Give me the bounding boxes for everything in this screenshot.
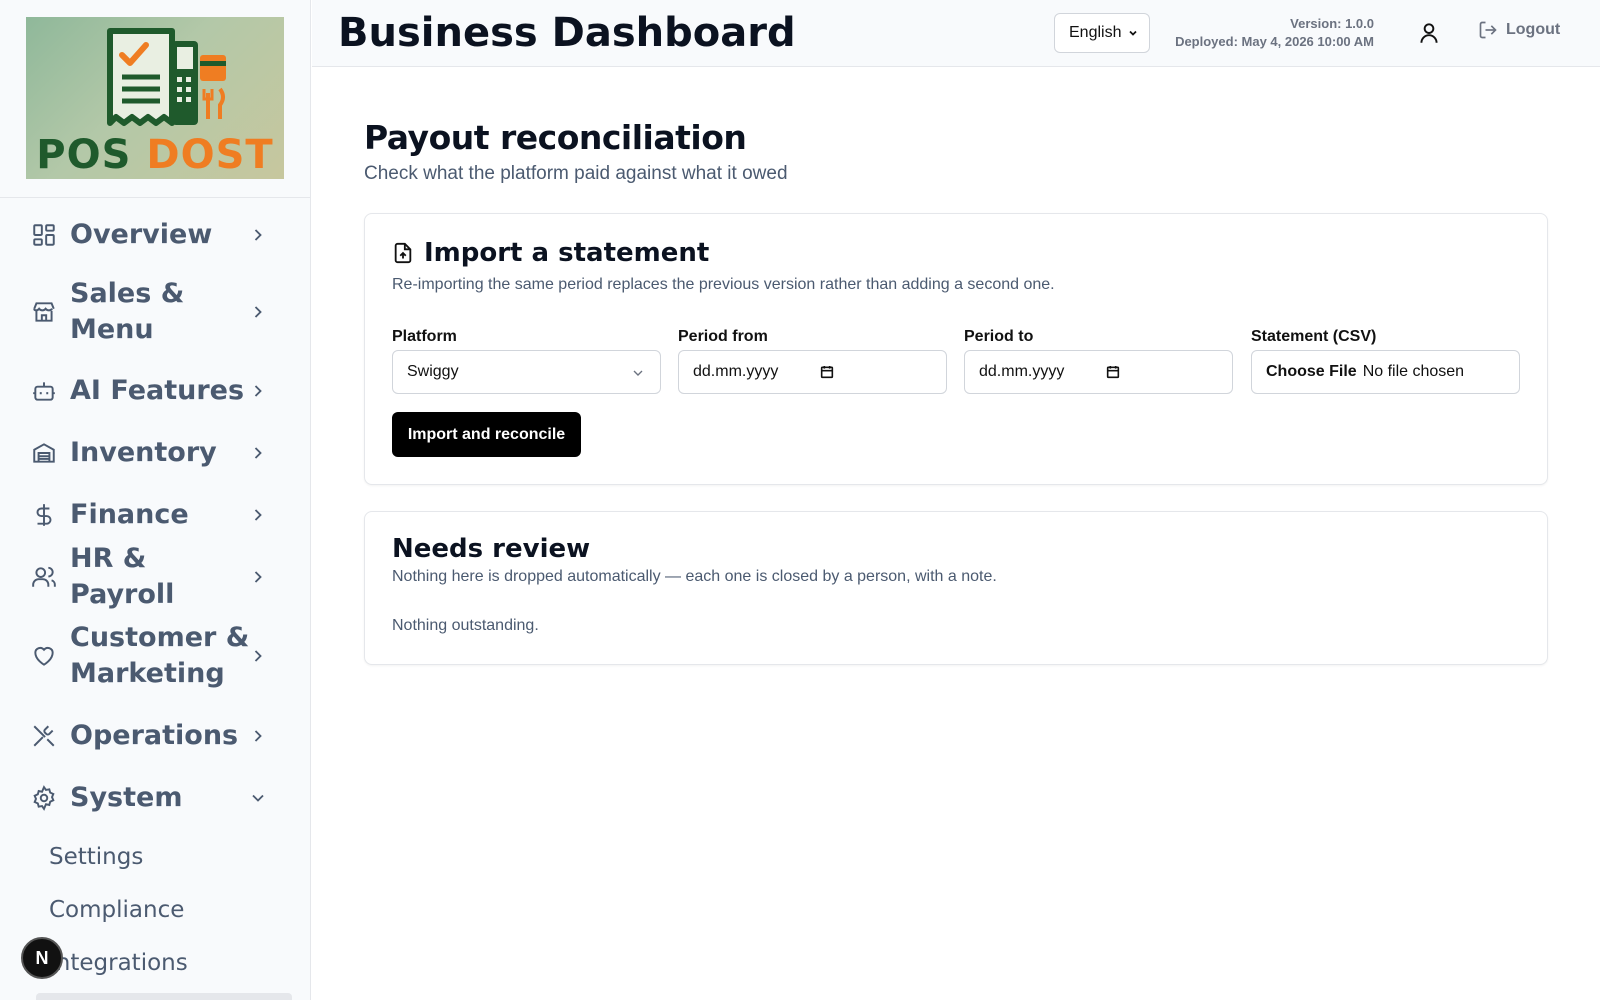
logo-text: POS DOST — [26, 133, 284, 177]
sidebar-item-label: Sales & Menu — [70, 278, 185, 345]
utensils-crossed-icon — [28, 720, 60, 752]
import-card-description: Re-importing the same period replaces th… — [392, 276, 1055, 293]
brand-logo[interactable]: POS DOST — [26, 17, 284, 179]
period-from-input[interactable]: dd.mm.yyyy — [678, 350, 947, 394]
period-from-placeholder: dd.mm.yyyy — [693, 363, 779, 380]
file-upload-icon — [394, 242, 412, 264]
sidebar-item-inventory[interactable]: Inventory — [28, 432, 284, 474]
sidebar-subitem-compliance[interactable]: Compliance — [49, 897, 184, 923]
gear-icon — [28, 782, 60, 814]
sidebar-item-customer-marketing[interactable]: Customer & Marketing — [28, 618, 284, 694]
dollar-icon — [28, 499, 60, 531]
import-reconcile-button[interactable]: Import and reconcile — [392, 412, 581, 457]
receipt-terminal-icon — [107, 28, 226, 126]
sidebar-item-hr-payroll[interactable]: HR & Payroll — [28, 543, 284, 610]
bot-icon — [28, 375, 60, 407]
sidebar-item-overview[interactable]: Overview — [28, 214, 284, 256]
chevron-right-icon — [254, 229, 262, 241]
sidebar-item-operations[interactable]: Operations — [28, 715, 284, 757]
version-label: Version: 1.0.0 — [1290, 16, 1374, 31]
chevron-down-icon — [252, 794, 264, 802]
needs-review-card: Needs review Nothing here is dropped aut… — [364, 511, 1548, 665]
sidebar-item-sales-menu[interactable]: Sales & Menu — [28, 274, 284, 350]
chevron-right-icon — [254, 571, 262, 583]
sidebar-subitem-settings[interactable]: Settings — [49, 844, 143, 870]
period-from-label: Period from — [678, 328, 768, 345]
users-icon — [28, 561, 60, 593]
top-header: Business Dashboard English Version: 1.0.… — [312, 0, 1600, 67]
calendar-icon[interactable] — [819, 364, 835, 380]
logout-icon — [1479, 21, 1497, 39]
sidebar-item-label: Overview — [70, 219, 213, 250]
language-select-value: English — [1069, 24, 1122, 41]
sidebar-item-label: AI Features — [70, 375, 245, 406]
platform-label: Platform — [392, 328, 457, 345]
sidebar-item-label: HR & Payroll — [70, 543, 175, 610]
page-subtitle: Check what the platform paid against wha… — [364, 163, 788, 184]
language-select[interactable]: English — [1054, 13, 1150, 53]
needs-review-description: Nothing here is dropped automatically — … — [392, 568, 997, 585]
logout-label: Logout — [1506, 21, 1561, 38]
chevron-right-icon — [254, 730, 262, 742]
statement-csv-label: Statement (CSV) — [1251, 328, 1377, 345]
logout-button[interactable]: Logout — [1478, 20, 1560, 40]
store-icon — [28, 296, 60, 328]
sidebar-item-system[interactable]: System — [28, 777, 284, 819]
empty-state-text: Nothing outstanding. — [392, 617, 539, 634]
chevron-right-icon — [254, 306, 262, 318]
sidebar-item-label: Customer & Marketing — [70, 622, 250, 689]
platform-select-value: Swiggy — [407, 363, 459, 380]
sidebar: POS DOST Overview Sales & Menu AI Featur… — [0, 0, 311, 1000]
sidebar-item-label: Operations — [70, 720, 239, 751]
dashboard-title: Business Dashboard — [338, 10, 796, 56]
sidebar-item-ai-features[interactable]: AI Features — [28, 370, 284, 412]
calendar-icon[interactable] — [1105, 364, 1121, 380]
heart-icon — [28, 640, 60, 672]
chevron-right-icon — [254, 385, 262, 397]
sidebar-item-label: Finance — [70, 499, 189, 530]
logo-word-dost: DOST — [146, 132, 274, 178]
logo-word-pos: POS — [36, 132, 132, 178]
period-to-label: Period to — [964, 328, 1034, 345]
floating-assistant-button[interactable]: N — [21, 937, 63, 979]
version-info: Version: 1.0.0 Deployed: May 4, 2026 10:… — [1162, 15, 1374, 51]
warehouse-icon — [28, 437, 60, 469]
choose-file-button[interactable]: Choose File — [1266, 363, 1357, 381]
chevron-right-icon — [254, 509, 262, 521]
chevron-right-icon — [254, 447, 262, 459]
import-card-title-text: Import a statement — [424, 238, 710, 268]
page-title: Payout reconciliation — [364, 118, 747, 157]
platform-select[interactable]: Swiggy — [392, 350, 661, 394]
sidebar-item-label: Inventory — [70, 437, 217, 468]
chevron-right-icon — [254, 650, 262, 662]
user-profile-icon[interactable] — [1416, 20, 1442, 46]
period-to-placeholder: dd.mm.yyyy — [979, 363, 1065, 380]
import-card-title: Import a statement — [392, 238, 709, 268]
chevron-down-icon — [633, 370, 643, 376]
sidebar-item-label: System — [70, 782, 183, 813]
deployed-label: Deployed: May 4, 2026 10:00 AM — [1175, 34, 1374, 49]
statement-file-input[interactable]: Choose File No file chosen — [1251, 350, 1520, 394]
layout-grid-icon — [28, 219, 60, 251]
sidebar-subitem-integrations[interactable]: Integrations — [49, 950, 188, 976]
period-to-input[interactable]: dd.mm.yyyy — [964, 350, 1233, 394]
sidebar-active-highlight — [36, 993, 292, 1000]
logo-area: POS DOST — [0, 0, 310, 198]
chevron-down-icon — [1129, 30, 1137, 36]
sidebar-item-finance[interactable]: Finance — [28, 494, 284, 536]
file-status-text: No file chosen — [1362, 363, 1465, 380]
needs-review-title: Needs review — [392, 534, 591, 564]
import-statement-card: Import a statement Re-importing the same… — [364, 213, 1548, 485]
